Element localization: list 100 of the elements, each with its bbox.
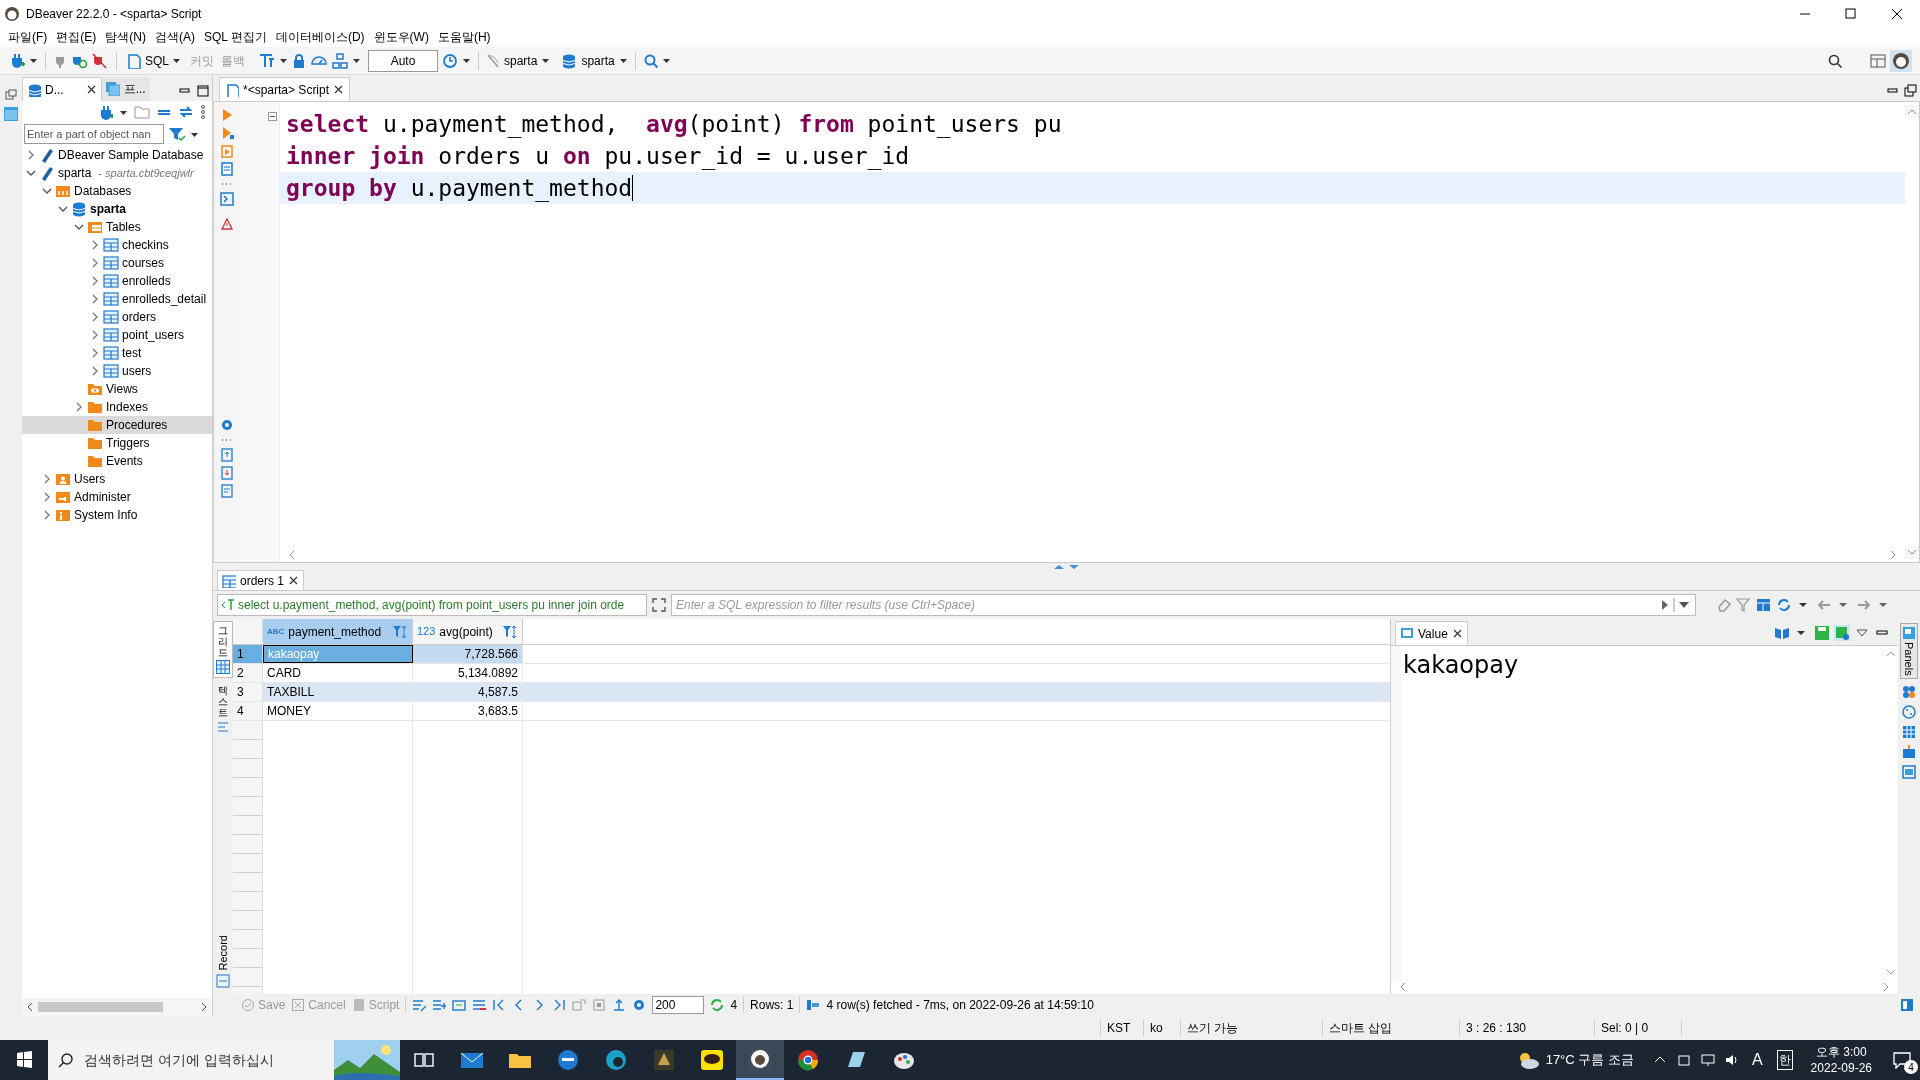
disconnect-icon[interactable] [91, 51, 109, 70]
tree-item[interactable]: users [22, 362, 212, 380]
refresh-icon[interactable] [1776, 597, 1792, 613]
scrollbar-thumb[interactable] [38, 1002, 163, 1012]
collapsed-chevron-icon[interactable] [90, 366, 100, 376]
tree-item[interactable]: orders [22, 308, 212, 326]
sort-filter-icon[interactable] [392, 623, 408, 640]
scroll-right-icon[interactable] [1882, 982, 1890, 992]
tree-item[interactable]: point_users [22, 326, 212, 344]
delete-row-icon[interactable] [472, 998, 487, 1012]
value-view-icon[interactable] [1902, 764, 1916, 779]
clock-date[interactable]: 2022-09-26 [1810, 1060, 1872, 1076]
tree-item[interactable]: Databases [22, 182, 212, 200]
caret-icon[interactable] [352, 56, 361, 65]
scroll-down-icon[interactable] [1907, 548, 1917, 556]
record-mode-tab[interactable]: Record [214, 934, 232, 994]
fold-icon[interactable] [268, 112, 277, 121]
tree-item[interactable]: Indexes [22, 398, 212, 416]
eraser-icon[interactable] [1716, 597, 1732, 613]
collapsed-chevron-icon[interactable] [74, 402, 84, 412]
collapsed-chevron-icon[interactable] [90, 258, 100, 268]
more-icon[interactable] [220, 436, 234, 444]
expanded-chevron-icon[interactable] [26, 168, 36, 178]
refresh-icon[interactable] [710, 998, 725, 1012]
perspective-icon[interactable] [1869, 51, 1887, 70]
tree-item[interactable]: Views [22, 380, 212, 398]
tree-item[interactable]: Users [22, 470, 212, 488]
metadata-icon[interactable] [1902, 744, 1916, 759]
references-icon[interactable] [1902, 704, 1916, 719]
tree-item[interactable]: checkins [22, 236, 212, 254]
connection-selector[interactable]: sparta [486, 49, 551, 72]
tree-item[interactable]: sparta [22, 200, 212, 218]
menu-item[interactable]: 도움말(H) [433, 28, 495, 46]
link-icon[interactable] [178, 104, 194, 120]
sql-button[interactable]: SQL [124, 49, 183, 72]
scroll-left-icon[interactable] [1399, 982, 1407, 992]
menu-item[interactable]: SQL 편집기 [200, 28, 271, 46]
collapsed-chevron-icon[interactable] [90, 240, 100, 250]
scroll-left-icon[interactable] [26, 1002, 34, 1012]
ime-indicator[interactable]: 한 [1776, 1050, 1793, 1070]
auto-save-icon[interactable] [1834, 625, 1850, 641]
grouping-icon[interactable] [1902, 724, 1916, 739]
menu-item[interactable]: 편집(E) [52, 28, 101, 46]
column-header[interactable]: ABC payment_method [263, 619, 413, 644]
filter-settings-icon[interactable] [1736, 597, 1752, 613]
table-settings-icon[interactable] [1756, 597, 1772, 613]
settings-icon[interactable] [220, 418, 234, 432]
result-row[interactable]: 4 MONEY 3,683.5 [233, 702, 1390, 721]
editor-tab[interactable]: *<sparta> Script [219, 77, 351, 101]
tree-item[interactable]: courses [22, 254, 212, 272]
explain-icon[interactable] [220, 162, 234, 176]
caret-icon[interactable] [279, 56, 288, 65]
splitter-handle-icon[interactable] [1052, 564, 1081, 570]
tree-item[interactable]: Events [22, 452, 212, 470]
caret-icon[interactable] [661, 56, 671, 65]
execute-script-icon[interactable] [220, 144, 234, 158]
collapsed-chevron-icon[interactable] [90, 330, 100, 340]
collapsed-chevron-icon[interactable] [42, 510, 52, 520]
more-icon[interactable] [200, 104, 206, 120]
collapsed-chevron-icon[interactable] [90, 276, 100, 286]
fetch-size-field[interactable]: 200 [652, 996, 705, 1014]
schema-selector[interactable]: sparta [561, 49, 628, 72]
menu-item[interactable]: 파일(F) [4, 28, 52, 46]
notification-icon[interactable] [1892, 1051, 1912, 1069]
collapsed-chevron-icon[interactable] [26, 150, 36, 160]
view-mode-tab[interactable]: 그리드 [213, 621, 233, 678]
tree-item[interactable]: Procedures [22, 416, 212, 434]
collapsed-chevron-icon[interactable] [42, 492, 52, 502]
panel-toggle-icon[interactable] [1900, 998, 1914, 1012]
tree-item[interactable]: Administer [22, 488, 212, 506]
object-filter-field[interactable]: Enter a part of object nan [24, 124, 164, 144]
add-row-icon[interactable] [432, 998, 447, 1012]
transaction-mode-icon[interactable] [258, 51, 276, 70]
taskbar-search-field[interactable]: 검색하려면 여기에 입력하십시 [48, 1040, 400, 1080]
edit-row-icon[interactable] [412, 998, 427, 1012]
import-icon[interactable] [220, 466, 234, 480]
scroll-up-icon[interactable] [1886, 650, 1896, 658]
filter-icon[interactable] [168, 126, 186, 142]
tree-item[interactable]: enrolleds [22, 272, 212, 290]
panels-button[interactable]: Panels [1899, 623, 1919, 679]
plan-icon[interactable] [331, 51, 349, 70]
history-icon[interactable] [441, 51, 459, 70]
calculator-icon[interactable] [1902, 684, 1916, 699]
expand-icon[interactable] [651, 597, 667, 613]
close-icon[interactable] [1451, 628, 1463, 639]
menu-item[interactable]: 윈도우(W) [369, 28, 433, 46]
tree-item[interactable]: DBeaver Sample Database [22, 146, 212, 164]
menu-item[interactable]: 검색(A) [151, 28, 199, 46]
tree-item[interactable]: System Info [22, 506, 212, 524]
collapsed-chevron-icon[interactable] [42, 474, 52, 484]
results-tab[interactable]: orders 1 [217, 570, 305, 590]
navigator-tab[interactable]: 프... [101, 77, 150, 101]
close-icon[interactable] [85, 84, 97, 95]
expanded-chevron-icon[interactable] [74, 222, 84, 232]
export-icon[interactable] [220, 448, 234, 462]
last-page-icon[interactable] [552, 998, 567, 1012]
menu-item[interactable]: 데이터베이스(D) [271, 28, 369, 46]
settings-icon[interactable] [632, 998, 647, 1012]
tree-item[interactable]: Triggers [22, 434, 212, 452]
transaction-mode-field[interactable]: Auto [368, 49, 438, 72]
